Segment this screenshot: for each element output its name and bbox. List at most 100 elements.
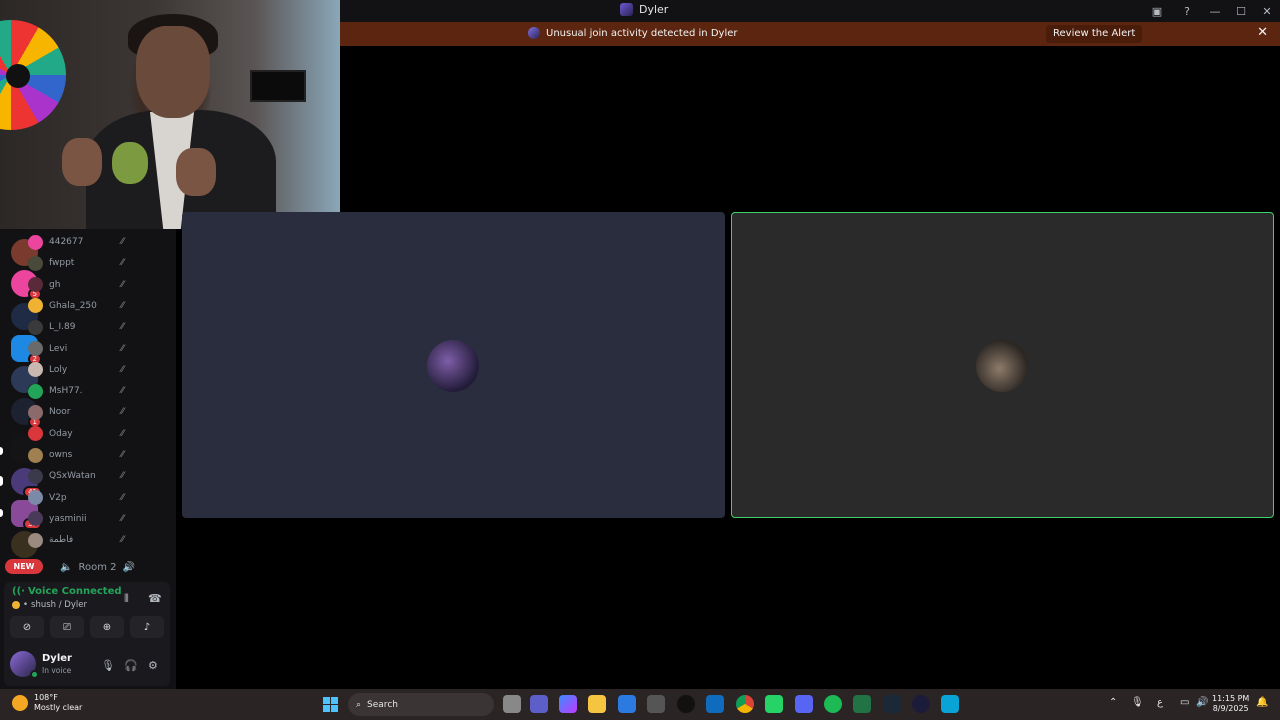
language-indicator[interactable]: ع bbox=[1157, 697, 1163, 708]
file-explorer-icon[interactable] bbox=[588, 695, 606, 713]
search-placeholder: Search bbox=[367, 699, 398, 710]
close-icon[interactable]: ✕ bbox=[1257, 25, 1268, 40]
notification-bell-icon[interactable]: 🔔 bbox=[1256, 697, 1268, 708]
inbox-icon[interactable]: ▣ bbox=[1142, 0, 1172, 22]
slashed-mic-icon: ⁄⁄ bbox=[120, 407, 124, 418]
slashed-mic-icon: ⁄⁄ bbox=[120, 450, 124, 460]
start-icon[interactable] bbox=[323, 697, 338, 712]
user-status-text: In voice bbox=[42, 666, 72, 675]
voice-member[interactable]: 442677 ⁄⁄ bbox=[28, 233, 124, 251]
shield-icon bbox=[528, 27, 540, 39]
slashed-mic-icon: ⁄⁄ bbox=[120, 535, 124, 546]
app-icon[interactable] bbox=[677, 695, 695, 713]
help-icon[interactable]: ? bbox=[1172, 0, 1202, 22]
spotify-icon[interactable] bbox=[824, 695, 842, 713]
avatar bbox=[28, 383, 43, 399]
alert-bar: Unusual join activity detected in Dyler … bbox=[340, 22, 1280, 46]
chrome-icon[interactable] bbox=[736, 695, 754, 713]
video-tile[interactable] bbox=[182, 212, 725, 518]
voice-status[interactable]: ((· Voice Connected bbox=[12, 586, 122, 597]
gear-icon[interactable]: ⚙ bbox=[148, 659, 158, 672]
avatar bbox=[28, 404, 43, 420]
app-icon[interactable] bbox=[912, 695, 930, 713]
search-icon: ⌕ bbox=[356, 699, 362, 710]
member-name: gh bbox=[49, 279, 61, 290]
participant-avatar bbox=[976, 340, 1028, 392]
voice-member[interactable]: fwppt ⁄⁄ bbox=[28, 254, 124, 272]
room-label: Room 2 bbox=[78, 561, 117, 573]
whatsapp-icon[interactable] bbox=[765, 695, 783, 713]
volume-icon[interactable]: 🔊 bbox=[1196, 697, 1208, 708]
video-tile-speaking[interactable] bbox=[731, 212, 1274, 518]
voice-member[interactable]: owns ⁄⁄ bbox=[28, 446, 124, 464]
weather-widget[interactable]: 108°F Mostly clear bbox=[12, 693, 82, 713]
noise-suppression-icon[interactable]: ⦀ bbox=[124, 592, 129, 606]
member-name: yasminii bbox=[49, 513, 87, 524]
voice-channel-info[interactable]: • shush / Dyler bbox=[12, 600, 87, 610]
member-name: Noor bbox=[49, 407, 71, 418]
store-icon[interactable] bbox=[618, 695, 636, 713]
headphones-icon[interactable]: 🎧 bbox=[124, 659, 138, 672]
close-button[interactable]: ✕ bbox=[1254, 0, 1280, 22]
clock[interactable]: 11:15 PM 8/9/2025 bbox=[1212, 694, 1249, 714]
member-name: فاطمة bbox=[49, 535, 74, 546]
avatar bbox=[28, 255, 43, 271]
new-badge[interactable]: NEW bbox=[5, 559, 43, 574]
member-name: L_I.89 bbox=[49, 322, 76, 333]
avatar bbox=[28, 447, 43, 463]
user-panel: Dyler In voice 🎙 🎧 ⚙ bbox=[4, 646, 170, 686]
voice-member[interactable]: MsH77. ⁄⁄ bbox=[28, 382, 124, 400]
chevron-up-icon[interactable]: ⌃ bbox=[1109, 697, 1117, 708]
excel-icon[interactable] bbox=[853, 695, 871, 713]
microphone-icon[interactable]: 🎙 bbox=[1131, 697, 1144, 708]
voice-member[interactable]: Loly ⁄⁄ bbox=[28, 361, 124, 379]
discord-icon[interactable] bbox=[795, 695, 813, 713]
app-icon[interactable] bbox=[647, 695, 665, 713]
member-name: 442677 bbox=[49, 237, 84, 247]
window-controls: ▣ ? — ☐ ✕ bbox=[1142, 0, 1280, 22]
copilot-icon[interactable] bbox=[559, 695, 577, 713]
avatar bbox=[28, 426, 43, 442]
steam-icon[interactable] bbox=[883, 695, 901, 713]
camera-off-icon[interactable]: ⊘ bbox=[10, 616, 44, 638]
voice-member[interactable]: gh ⁄⁄ bbox=[28, 276, 124, 294]
slashed-mic-icon: ⁄⁄ bbox=[120, 343, 124, 354]
server-indicator bbox=[0, 476, 3, 486]
voice-member[interactable]: Levi ⁄⁄ bbox=[28, 340, 124, 358]
server-icon bbox=[620, 3, 633, 16]
avatar bbox=[28, 234, 43, 250]
outlook-icon[interactable] bbox=[706, 695, 724, 713]
avatar bbox=[28, 298, 43, 314]
avatar bbox=[28, 511, 43, 527]
windows-taskbar: 108°F Mostly clear ⌕ Search ⌃ 🎙 ع ▭ 🔊 11… bbox=[0, 689, 1280, 720]
voice-member[interactable]: Ghala_250 ⁄⁄ bbox=[28, 297, 124, 315]
activity-icon[interactable]: ⊕ bbox=[90, 616, 124, 638]
review-alert-button[interactable]: Review the Alert bbox=[1046, 25, 1143, 43]
voice-member[interactable]: Oday ⁄⁄ bbox=[28, 425, 124, 443]
voice-member[interactable]: فاطمة ⁄⁄ bbox=[28, 531, 124, 549]
app-icon[interactable] bbox=[941, 695, 959, 713]
minimize-button[interactable]: — bbox=[1202, 0, 1228, 22]
screen-share-icon[interactable]: ⎚ bbox=[50, 616, 84, 638]
voice-member[interactable]: Noor ⁄⁄ bbox=[28, 403, 124, 421]
microphone-icon[interactable]: 🎙 bbox=[101, 659, 115, 672]
voice-channel-room[interactable]: 🔈 Room 2 🔊 bbox=[60, 559, 135, 575]
search-input[interactable]: ⌕ Search bbox=[348, 693, 494, 716]
avatar bbox=[28, 319, 43, 335]
teams-icon[interactable] bbox=[530, 695, 548, 713]
person-hand-right bbox=[176, 148, 216, 196]
task-view-icon[interactable] bbox=[503, 695, 521, 713]
voice-panel: ((· Voice Connected • shush / Dyler ⦀ ☎ … bbox=[4, 582, 170, 686]
avatar bbox=[28, 468, 43, 484]
member-name: Loly bbox=[49, 364, 68, 375]
voice-member[interactable]: L_I.89 ⁄⁄ bbox=[28, 318, 124, 336]
slashed-mic-icon: ⁄⁄ bbox=[120, 386, 124, 397]
soundboard-icon[interactable]: ♪ bbox=[130, 616, 164, 638]
voice-channel-name: shush / Dyler bbox=[31, 600, 87, 610]
voice-member[interactable]: yasminii ⁄⁄ bbox=[28, 510, 124, 528]
voice-member[interactable]: V2p ⁄⁄ bbox=[28, 489, 124, 507]
maximize-button[interactable]: ☐ bbox=[1228, 0, 1254, 22]
network-icon[interactable]: ▭ bbox=[1180, 697, 1189, 708]
voice-member[interactable]: QSxWatan ⁄⁄ bbox=[28, 467, 124, 485]
phone-hangup-icon[interactable]: ☎ bbox=[148, 592, 162, 605]
